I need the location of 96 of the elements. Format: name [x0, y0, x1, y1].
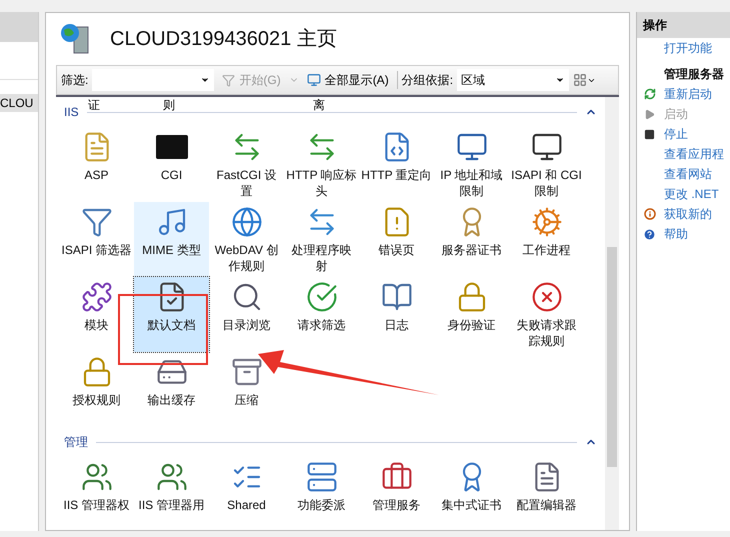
feature-item[interactable]: CGI	[134, 127, 210, 202]
feature-label: 输出缓存	[146, 392, 197, 408]
feature-label: 目录浏览	[222, 317, 272, 333]
tree-item[interactable]: CLOU	[0, 94, 38, 112]
feature-label: WebDAV 创作规则	[214, 242, 280, 274]
globe-icon	[230, 206, 263, 238]
feature-item[interactable]: 默认文档	[134, 277, 210, 352]
action-link[interactable]: 获取新的	[664, 205, 712, 223]
feature-label: ISAPI 和 CGI 限制	[510, 167, 583, 199]
feature-label: 管理服务	[372, 497, 422, 513]
feature-item[interactable]: 处理程序映射	[284, 202, 360, 277]
feature-label: 授权规则	[72, 392, 122, 408]
show-all-button[interactable]: 全部显示(A)	[302, 71, 398, 89]
feature-label: 默认文档	[146, 317, 197, 333]
feature-item[interactable]: ISAPI 和 CGI 限制	[509, 127, 584, 202]
info-icon	[644, 208, 656, 220]
action-link[interactable]: 打开功能	[664, 39, 712, 57]
group-by-dropdown[interactable]: 区域	[457, 69, 570, 91]
feature-item[interactable]: 目录浏览	[209, 277, 284, 352]
feature-item[interactable]: ISAPI 筛选器	[59, 202, 134, 277]
feature-item[interactable]: 身份验证	[434, 277, 510, 352]
view-button[interactable]	[573, 73, 596, 87]
feature-item[interactable]: 工作进程	[509, 202, 584, 277]
funnel-icon	[222, 74, 236, 86]
scrollbar[interactable]	[605, 97, 619, 530]
feature-label: 离	[313, 97, 326, 113]
feature-label: CGI	[160, 167, 184, 183]
grid-icon	[573, 73, 588, 87]
refresh-icon	[644, 88, 656, 100]
feature-item[interactable]: 管理服务	[359, 457, 434, 530]
feature-label: IP 地址和域限制	[439, 167, 504, 199]
play-icon	[644, 108, 655, 120]
action-link[interactable]: 查看网站	[664, 165, 712, 183]
action-link[interactable]: 重新启动	[664, 85, 712, 103]
group-heading: 管理服务器	[664, 66, 724, 83]
feature-label: 压缩	[234, 392, 260, 408]
action-link[interactable]: 帮助	[664, 225, 688, 243]
feature-item[interactable]: 压缩	[209, 352, 284, 427]
feature-item[interactable]: 服务器证书	[434, 202, 510, 277]
feature-label: 处理程序映射	[290, 242, 353, 274]
feature-item[interactable]: 功能委派	[284, 457, 360, 530]
feature-label: MIME 类型	[141, 242, 202, 258]
feature-item[interactable]: 日志	[359, 277, 434, 352]
feature-item[interactable]: IIS 管理器权	[59, 457, 134, 530]
feature-item[interactable]: IP 地址和域限制	[434, 127, 510, 202]
feature-label: 模块	[84, 317, 110, 333]
feature-label: 配置编辑器	[516, 497, 578, 513]
feature-item[interactable]: HTTP 响应标头	[284, 127, 360, 202]
feature-item[interactable]: 输出缓存	[134, 352, 210, 427]
feature-label: HTTP 响应标头	[285, 167, 358, 199]
feature-label: 错误页	[378, 242, 416, 258]
feature-label: FastCGI 设置	[216, 167, 278, 199]
filter-label: 筛选:	[61, 72, 88, 89]
feature-item[interactable]: 请求筛选	[284, 277, 360, 352]
feature-item[interactable]: WebDAV 创作规则	[209, 202, 284, 277]
action-link[interactable]: 查看应用程	[664, 145, 724, 163]
feature-label: Shared	[226, 497, 267, 513]
stop-icon	[644, 128, 655, 140]
page-title: CLOUD3199436021 主页	[110, 27, 337, 52]
feature-item[interactable]: 模块	[59, 277, 134, 352]
feature-label: 失败请求跟踪规则	[516, 317, 578, 349]
feature-item[interactable]: HTTP 重定向	[359, 127, 434, 202]
feature-item[interactable]: 配置编辑器	[509, 457, 584, 530]
feature-label: ISAPI 筛选器	[60, 242, 133, 258]
feature-item[interactable]: FastCGI 设置	[209, 127, 284, 202]
action-link[interactable]: 更改 .NET	[664, 185, 719, 203]
feature-item[interactable]: Shared	[209, 457, 284, 530]
feature-label: IIS 管理器用	[138, 497, 206, 513]
feature-label: HTTP 重定向	[360, 167, 433, 183]
feature-label: 证	[88, 97, 100, 113]
feature-label: 日志	[384, 317, 410, 333]
actions-title: 操作	[637, 12, 730, 38]
feature-item[interactable]: MIME 类型	[134, 202, 210, 277]
feature-label: 服务器证书	[440, 242, 503, 258]
feature-item[interactable]: ASP	[59, 127, 134, 202]
feature-label: 请求筛选	[296, 317, 347, 333]
feature-label: 工作进程	[522, 242, 572, 258]
feature-label: IIS 管理器权	[62, 497, 131, 513]
group-by-label: 分组依据:	[402, 72, 454, 89]
feature-label: 身份验证	[446, 317, 497, 333]
feature-item[interactable]: 授权规则	[59, 352, 134, 427]
action-link[interactable]: 停止	[664, 125, 688, 143]
feature-label: ASP	[84, 167, 110, 183]
filter-field[interactable]	[92, 69, 214, 91]
feature-item[interactable]: IIS 管理器用	[134, 457, 210, 530]
help-icon	[643, 228, 656, 240]
notebook-icon	[380, 281, 413, 313]
feature-item[interactable]: 集中式证书	[434, 457, 510, 530]
section-title: IIS	[64, 104, 79, 121]
feature-item[interactable]: 错误页	[359, 202, 434, 277]
feature-label: 则	[163, 97, 176, 113]
feature-item[interactable]: 失败请求跟踪规则	[509, 277, 584, 352]
module-icon	[80, 281, 113, 313]
feature-label: 集中式证书	[440, 497, 503, 513]
feature-label: 功能委派	[296, 497, 347, 513]
section-title: 管理	[64, 434, 88, 451]
